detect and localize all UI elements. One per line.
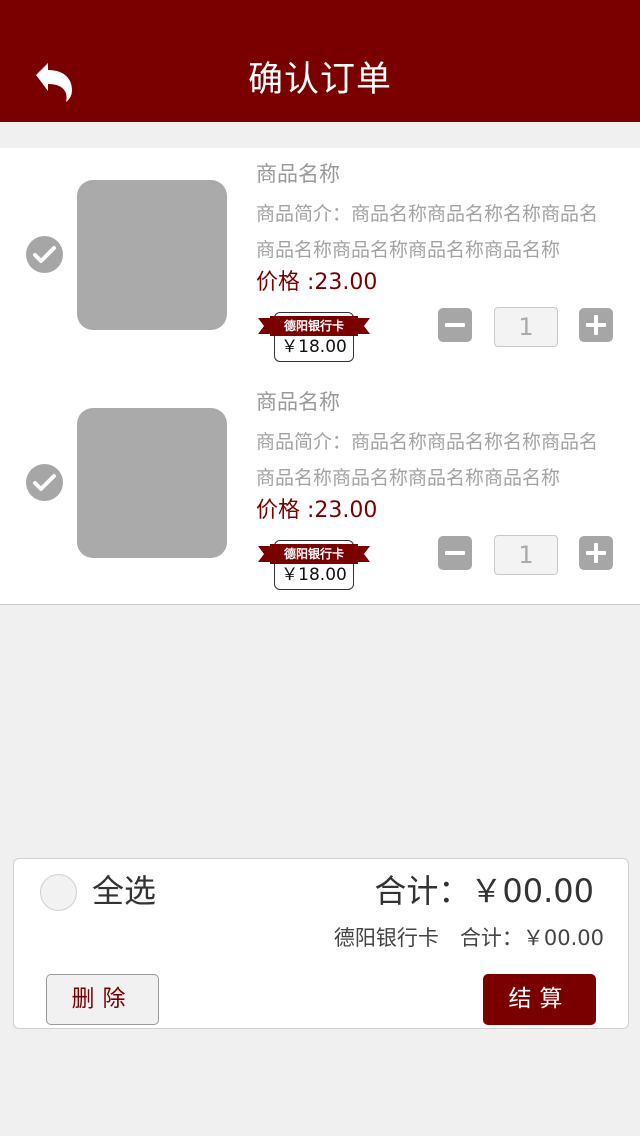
quantity-field[interactable]: 1 [494,535,558,575]
header-bar: 确认订单 [0,0,640,122]
description-line: 商品简介：商品名称商品名称名称商品名 [256,203,599,225]
product-image[interactable] [77,180,227,330]
item-checkbox[interactable] [26,236,63,273]
delete-button[interactable]: 删除 [46,974,159,1025]
product-price: 价格 :23.00 [256,270,378,295]
order-total: 合计：￥00.00 [374,872,594,910]
select-all-label[interactable]: 全选 [92,871,156,911]
page-title: 确认订单 [247,60,392,100]
description-line: 商品名称商品名称商品名称商品名称 [256,239,561,261]
badge-amount: ￥18.00 [281,337,347,357]
cart-item: 商品名称 商品简介：商品名称商品名称名称商品名 商品名称商品名称商品名称商品名称… [0,376,640,605]
badge-label: 德阳银行卡 [283,319,344,333]
bank-card-badge: 德阳银行卡 ￥18.00 [258,308,370,364]
item-checkbox[interactable] [26,464,63,501]
badge-label: 德阳银行卡 [283,547,344,561]
increase-quantity-button[interactable] [579,536,613,570]
badge-amount: ￥18.00 [281,565,347,585]
product-description: 商品简介：商品名称商品名称名称商品名 商品名称商品名称商品名称商品名称 [256,196,621,268]
increase-quantity-button[interactable] [579,308,613,342]
bank-card-badge: 德阳银行卡 ￥18.00 [258,536,370,592]
product-price: 价格 :23.00 [256,498,378,523]
product-name: 商品名称 [256,390,340,414]
decrease-quantity-button[interactable] [438,308,472,342]
bank-card-total: 德阳银行卡 合计：￥00.00 [333,926,604,950]
checkmark-icon [33,246,56,263]
description-line: 商品简介：商品名称商品名称名称商品名 [256,431,599,453]
select-all-radio[interactable] [40,874,77,911]
description-line: 商品名称商品名称商品名称商品名称 [256,467,561,489]
checkout-panel: 全选 合计：￥00.00 德阳银行卡 合计：￥00.00 删除 结算 [13,858,629,1029]
checkmark-icon [33,474,56,491]
product-name: 商品名称 [256,162,340,186]
product-description: 商品简介：商品名称商品名称名称商品名 商品名称商品名称商品名称商品名称 [256,424,621,496]
decrease-quantity-button[interactable] [438,536,472,570]
cart-item: 商品名称 商品简介：商品名称商品名称名称商品名 商品名称商品名称商品名称商品名称… [0,148,640,377]
checkout-button[interactable]: 结算 [483,974,596,1025]
product-image[interactable] [77,408,227,558]
quantity-field[interactable]: 1 [494,307,558,347]
